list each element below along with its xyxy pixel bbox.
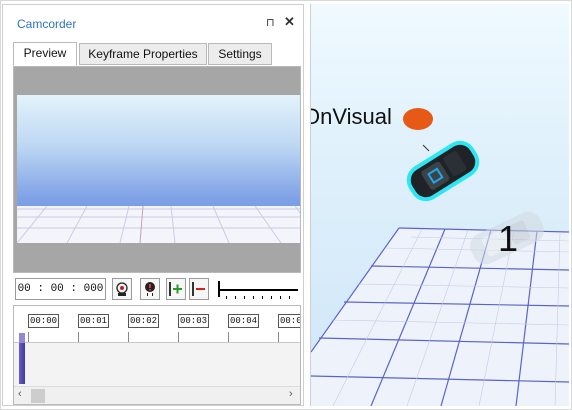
zoom-slider-thumb[interactable] — [218, 281, 220, 297]
horizontal-scrollbar[interactable]: ‹ › — [14, 386, 300, 404]
scroll-left-icon[interactable]: ‹ — [18, 388, 22, 400]
ruler-tick-label: 00:03 — [178, 314, 210, 328]
track-header[interactable] — [19, 333, 25, 343]
record-camera-icon — [116, 282, 128, 296]
add-track-icon — [169, 282, 182, 296]
preview-floor-grid — [17, 205, 300, 243]
scene-viewport[interactable]: OnVisual 1 — [310, 4, 569, 406]
ruler-tick-label: 00:02 — [128, 314, 160, 328]
scroll-right-icon[interactable]: › — [289, 388, 293, 400]
scrollbar-thumb[interactable] — [31, 389, 45, 403]
add-keyframe-marker-button[interactable] — [140, 278, 160, 300]
close-icon[interactable]: ✕ — [284, 14, 295, 30]
tab-settings[interactable]: Settings — [208, 43, 272, 65]
time-display[interactable]: 00 : 00 : 000 — [15, 278, 106, 300]
ruler-tick — [78, 332, 79, 342]
camera-preview — [13, 66, 301, 273]
ruler-tick-label: 00:01 — [78, 314, 110, 328]
record-camera-button[interactable] — [112, 278, 132, 300]
ruler-tick — [278, 332, 279, 342]
ruler-tick — [228, 332, 229, 342]
ruler-tick-label: 00:00 — [28, 314, 60, 328]
zoom-slider-track[interactable] — [218, 289, 298, 291]
add-track-button[interactable] — [166, 278, 186, 300]
camcorder-panel: Camcorder ⊓ ✕ Preview Keyframe Propertie… — [2, 4, 304, 406]
ruler-tick-label: 00:05 — [278, 314, 300, 328]
ruler-tick-label: 00:04 — [228, 314, 260, 328]
tab-preview[interactable]: Preview — [13, 42, 77, 66]
timeline-track-area[interactable]: 00:00 00:01 00:02 00:03 00:04 00:05 ‹ › — [13, 305, 301, 405]
preview-scene — [17, 95, 300, 243]
camera-track-bar[interactable] — [19, 343, 25, 384]
remove-track-icon — [192, 282, 205, 296]
timeline-ruler: 00:00 00:01 00:02 00:03 00:04 00:05 — [14, 306, 300, 343]
ruler-tick — [128, 332, 129, 342]
keyframe-number-label: 1 — [498, 218, 519, 259]
ruler-tick — [28, 332, 29, 342]
zoom-slider-ticks — [226, 296, 298, 299]
tab-keyframe-properties[interactable]: Keyframe Properties — [79, 43, 207, 65]
ruler-tick — [178, 332, 179, 342]
add-keyframe-marker-icon — [145, 282, 155, 296]
pin-icon[interactable]: ⊓ — [266, 16, 275, 29]
panel-title: Camcorder — [17, 17, 77, 31]
ghost-car-model — [470, 211, 544, 265]
remove-track-button[interactable] — [189, 278, 209, 300]
